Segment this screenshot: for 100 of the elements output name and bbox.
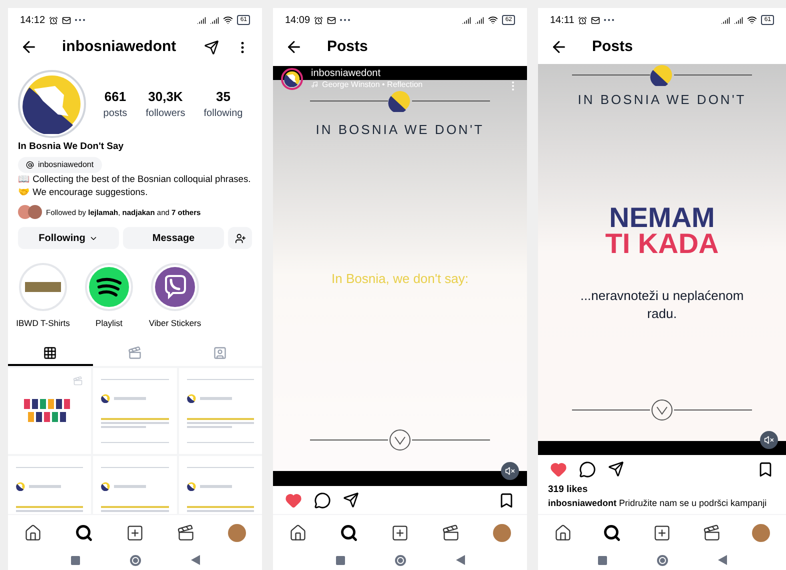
logo-text: TI KADA — [605, 230, 719, 256]
home-icon[interactable] — [554, 524, 572, 542]
signal-icon — [734, 16, 744, 24]
post-caption: inbosniawedont Pridružite nam se u podršci kampanji — [547, 497, 768, 510]
like-icon[interactable] — [285, 492, 302, 508]
story-highlight[interactable] — [85, 263, 133, 312]
alarm-icon — [578, 16, 588, 24]
more-dots-icon — [75, 18, 86, 22]
back-icon[interactable] — [550, 38, 568, 56]
reels-icon[interactable] — [176, 524, 195, 542]
stat-label: followers — [146, 107, 186, 122]
home-icon[interactable] — [289, 524, 308, 542]
profile-avatar[interactable] — [752, 524, 770, 542]
bookmark-icon[interactable] — [757, 460, 774, 478]
highlight-label: IBWD T-Shirts — [16, 317, 70, 330]
like-icon[interactable] — [550, 460, 567, 478]
profile-avatar[interactable] — [492, 524, 511, 542]
speaker-icon — [505, 466, 515, 476]
back-icon[interactable] — [285, 38, 303, 56]
wifi-icon — [223, 15, 234, 25]
comment-icon[interactable] — [579, 460, 596, 478]
threads-handle: inbosniawedont — [38, 159, 94, 172]
more-dots-icon — [604, 18, 614, 22]
user-avatar-ring[interactable] — [281, 68, 303, 90]
story-highlight[interactable] — [151, 263, 199, 312]
stat-value: 661 — [104, 88, 126, 106]
bookmark-icon[interactable] — [498, 492, 515, 508]
alarm-icon — [314, 16, 324, 24]
create-icon[interactable] — [126, 524, 144, 542]
signal-icon — [475, 16, 484, 24]
status-time: 14:09 — [285, 14, 310, 28]
search-icon[interactable] — [603, 524, 622, 542]
reels-icon[interactable] — [442, 524, 460, 542]
recents-key[interactable] — [598, 556, 606, 564]
create-icon[interactable] — [390, 524, 409, 542]
logo-icon — [186, 394, 196, 404]
header-title: inbosniawedont — [62, 36, 178, 57]
back-icon[interactable] — [20, 38, 38, 56]
add-person-button[interactable] — [228, 227, 252, 250]
home-key[interactable] — [394, 554, 406, 566]
slide-heading: IN BOSNIA WE DON'T — [316, 120, 484, 139]
share-icon[interactable] — [608, 461, 624, 477]
chat-app-logo-icon — [155, 267, 195, 308]
message-button[interactable]: Message — [123, 227, 224, 250]
wifi-icon — [747, 15, 758, 25]
text-post-thumbnail[interactable] — [93, 368, 177, 454]
post-username[interactable]: inbosniawedont — [311, 68, 423, 79]
music-app-logo-icon — [89, 267, 129, 308]
create-icon[interactable] — [652, 524, 671, 542]
signal-icon — [197, 16, 206, 24]
music-icon — [311, 81, 318, 88]
reel-thumbnail[interactable] — [8, 368, 92, 454]
slide-text: In Bosnia, we don't say: — [332, 270, 468, 288]
mail-icon — [591, 16, 600, 24]
signal-icon — [462, 16, 472, 24]
signal-icon — [210, 16, 220, 24]
profile-name: In Bosnia We Don't Say — [18, 140, 124, 154]
comment-icon[interactable] — [314, 492, 331, 508]
search-icon[interactable] — [340, 524, 358, 542]
mail-icon — [62, 16, 72, 24]
tagged-icon[interactable] — [212, 346, 227, 360]
recents-key[interactable] — [70, 556, 80, 564]
threads-icon — [26, 161, 34, 170]
send-icon[interactable] — [204, 40, 219, 54]
text-post-thumbnail[interactable] — [178, 368, 262, 454]
back-key[interactable] — [718, 555, 726, 565]
slide-heading: IN BOSNIA WE DON'T — [578, 91, 746, 109]
avatar-ring[interactable] — [18, 70, 86, 138]
reels-icon[interactable] — [702, 524, 721, 542]
share-icon[interactable] — [343, 492, 359, 508]
add-person-icon — [234, 232, 246, 244]
header-title: Posts — [592, 36, 634, 57]
recents-key[interactable] — [336, 556, 344, 564]
signal-icon — [721, 16, 730, 24]
highlight-label: Playlist — [96, 317, 122, 330]
stat-label: following — [204, 107, 243, 122]
bio-line: 🤝 We encourage suggestions. — [18, 186, 148, 200]
highlight-label: Viber Stickers — [148, 317, 202, 330]
mail-icon — [327, 16, 336, 24]
home-key[interactable] — [130, 554, 140, 566]
logo-text: NEMAM — [609, 204, 715, 230]
back-key[interactable] — [456, 555, 464, 565]
photo-placeholder — [25, 282, 61, 292]
search-icon[interactable] — [75, 524, 94, 542]
more-dots-icon — [340, 18, 350, 22]
following-button[interactable]: Following — [18, 227, 119, 250]
likes-count[interactable]: 319 likes — [538, 483, 786, 498]
home-key[interactable] — [656, 554, 668, 566]
back-key[interactable] — [190, 555, 200, 565]
slide-text: ...neravnoteži u neplaćenom radu. — [579, 286, 745, 322]
wifi-icon — [488, 15, 498, 25]
logo-icon — [101, 482, 110, 492]
threads-chip[interactable]: inbosniawedont — [18, 157, 102, 174]
profile-avatar[interactable] — [228, 524, 246, 542]
home-icon[interactable] — [24, 524, 42, 542]
grid-icon[interactable] — [43, 346, 58, 360]
stat-value: 30,3K — [148, 88, 183, 106]
stat-value: 35 — [216, 88, 230, 106]
follower-avatar — [28, 205, 42, 220]
header-title: Posts — [327, 36, 369, 57]
